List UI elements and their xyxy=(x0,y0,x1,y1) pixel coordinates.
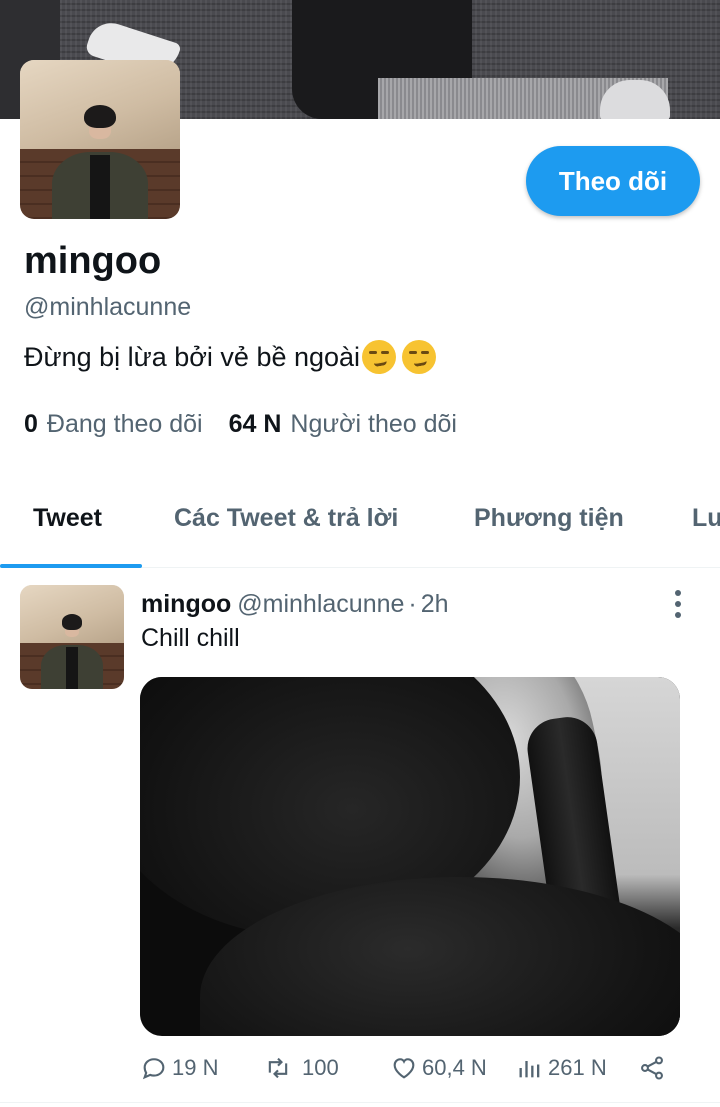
tweet-divider xyxy=(0,1102,720,1103)
tab-tweets-and-replies[interactable]: Các Tweet & trả lời xyxy=(174,504,398,533)
avatar-hair xyxy=(61,614,83,630)
profile-stats: 0 Đang theo dõi 64 N Người theo dõi xyxy=(24,410,457,439)
reply-button[interactable]: 19 N xyxy=(140,1054,218,1082)
retweet-icon xyxy=(268,1057,288,1079)
tweet-author-name[interactable]: mingoo xyxy=(141,590,231,618)
tweet-author-handle[interactable]: @minhlacunne xyxy=(237,590,404,618)
tweet-media-image[interactable] xyxy=(140,677,680,1036)
profile-avatar[interactable] xyxy=(20,60,180,219)
retweet-button[interactable]: 100 xyxy=(264,1054,339,1082)
smirking-face-icon xyxy=(362,340,397,374)
profile-display-name: mingoo xyxy=(24,240,162,282)
reply-count: 19 N xyxy=(172,1055,219,1080)
active-tab-indicator xyxy=(0,564,142,568)
profile-tabs: Tweet Các Tweet & trả lời Phương tiện Lu xyxy=(0,470,720,568)
views-button[interactable]: 261 N xyxy=(516,1054,607,1082)
tab-media[interactable]: Phương tiện xyxy=(474,504,624,533)
avatar-shirt xyxy=(65,647,79,689)
tweet-avatar[interactable] xyxy=(20,585,124,689)
following-label[interactable]: Đang theo dõi xyxy=(47,410,203,439)
following-count[interactable]: 0 xyxy=(24,410,38,439)
views-count: 261 N xyxy=(548,1055,607,1080)
avatar-shirt xyxy=(90,155,110,219)
profile-bio: Đừng bị lừa bởi vẻ bề ngoài xyxy=(24,340,437,374)
reply-icon xyxy=(142,1058,165,1080)
tweet-header: mingoo @minhlacunne · 2h xyxy=(141,590,449,619)
like-icon xyxy=(393,1058,415,1079)
retweet-count: 100 xyxy=(302,1055,339,1080)
smirking-face-icon xyxy=(402,340,437,374)
followers-count[interactable]: 64 N xyxy=(229,410,282,439)
tweet-actions: 19 N 100 60,4 N 261 N xyxy=(140,1050,680,1090)
more-options-icon[interactable] xyxy=(664,588,692,620)
views-icon xyxy=(519,1061,540,1078)
profile-handle: @minhlacunne xyxy=(24,293,192,321)
bio-text: Đừng bị lừa bởi vẻ bề ngoài xyxy=(24,341,361,372)
tweet-separator: · xyxy=(408,590,417,618)
tab-tweet[interactable]: Tweet xyxy=(33,504,102,533)
tweet-time[interactable]: 2h xyxy=(421,590,449,618)
followers-label[interactable]: Người theo dõi xyxy=(290,410,457,439)
more-dot xyxy=(675,590,681,596)
tweet-text: Chill chill xyxy=(141,624,240,652)
follow-button[interactable]: Theo dõi xyxy=(526,146,700,216)
more-dot xyxy=(675,612,681,618)
avatar-hair xyxy=(84,104,116,129)
like-button[interactable]: 60,4 N xyxy=(390,1054,487,1082)
more-dot xyxy=(675,601,681,607)
share-button[interactable] xyxy=(638,1054,670,1082)
tab-likes[interactable]: Lu xyxy=(692,504,720,533)
share-icon xyxy=(641,1056,663,1080)
like-count: 60,4 N xyxy=(422,1055,487,1080)
